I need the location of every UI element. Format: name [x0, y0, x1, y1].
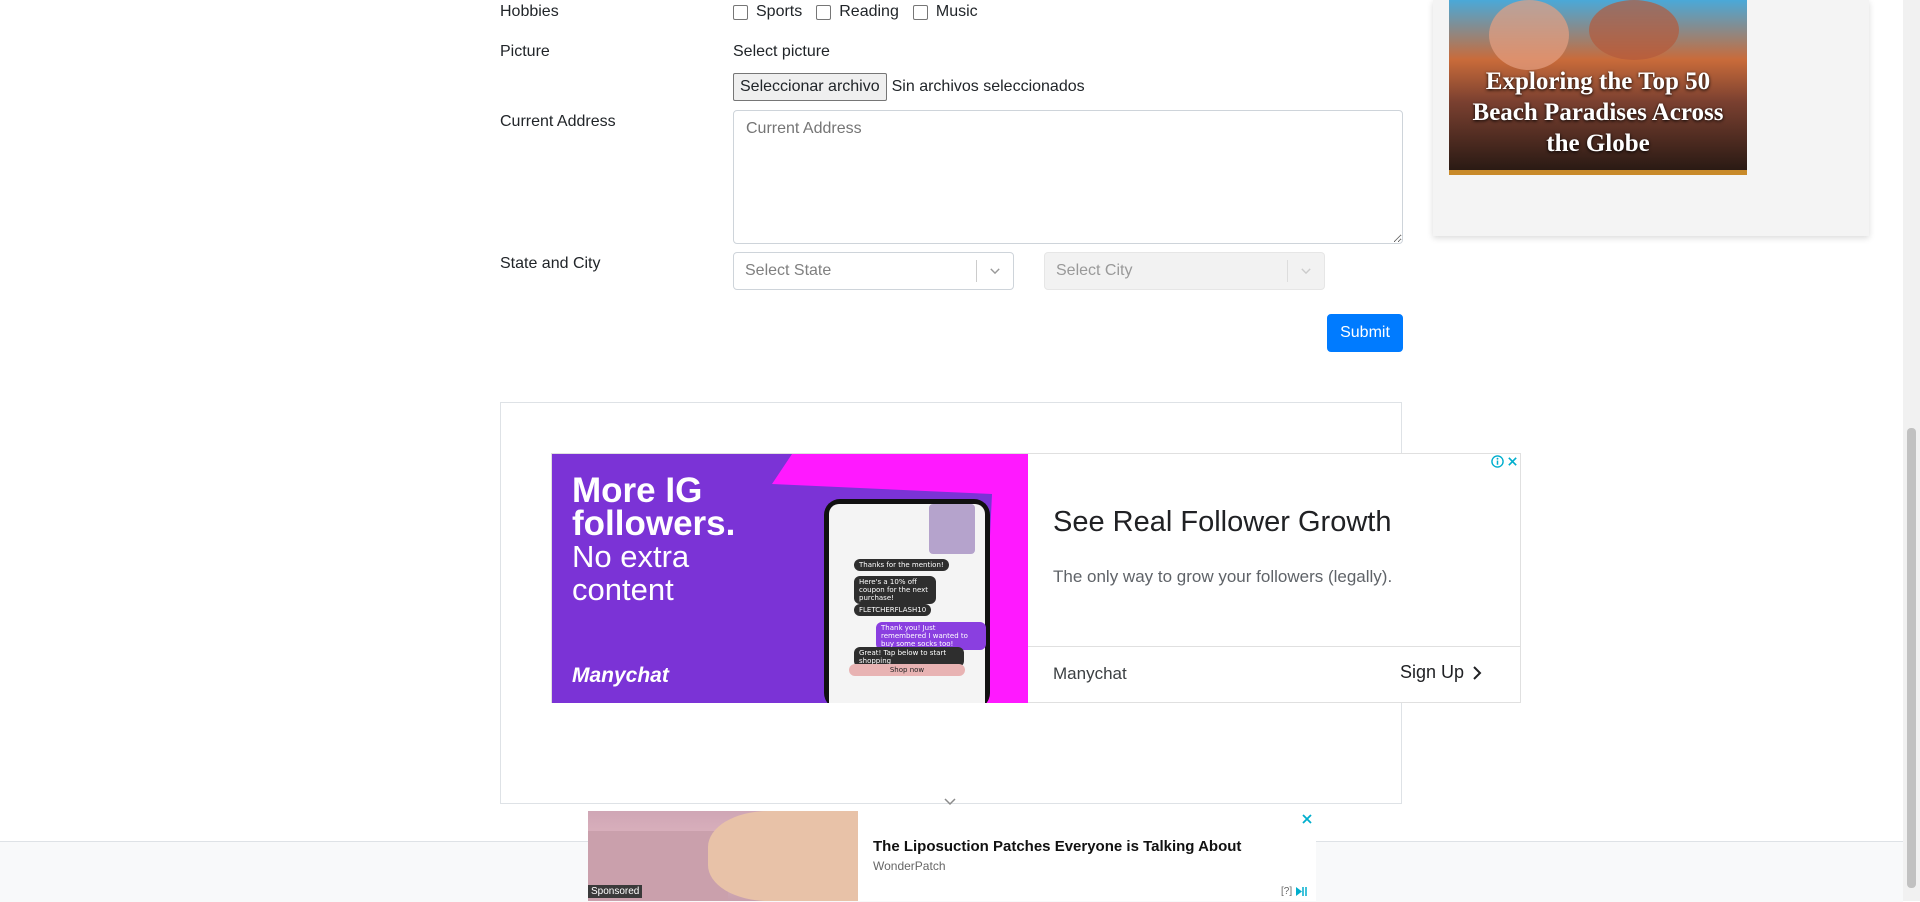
- hobby-reading-checkbox[interactable]: Reading: [816, 3, 899, 21]
- manychat-logo: Manychat: [572, 664, 669, 687]
- chevron-down-icon[interactable]: [1288, 264, 1324, 278]
- ad-headline: More IG followers. No extra content: [572, 471, 736, 607]
- file-status: Sin archivos seleccionados: [891, 78, 1085, 95]
- phone-mockup: Thanks for the mention! Here's a 10% off…: [824, 499, 990, 703]
- sign-up-button[interactable]: Sign Up: [1400, 662, 1482, 683]
- sidebar-ad-card[interactable]: Exploring the Top 50 Beach Paradises Acr…: [1433, 0, 1869, 236]
- chat-bubble: Thank you! Just remembered I wanted to b…: [876, 622, 986, 650]
- manychat-banner-ad[interactable]: More IG followers. No extra content Many…: [551, 453, 1521, 703]
- file-input[interactable]: Seleccionar archivo Sin archivos selecci…: [733, 73, 1085, 101]
- vertical-scrollbar[interactable]: [1903, 0, 1920, 901]
- ad-photo-shape: [708, 811, 858, 901]
- hobby-sports-checkbox[interactable]: Sports: [733, 3, 802, 21]
- chat-bubble: Here's a 10% off coupon for the next pur…: [854, 576, 936, 604]
- city-placeholder: Select City: [1056, 262, 1133, 279]
- ad-help[interactable]: [?]: [1281, 886, 1309, 897]
- state-select[interactable]: Select State: [733, 252, 1014, 290]
- checkbox-box[interactable]: [816, 4, 832, 20]
- ad-title[interactable]: See Real Follower Growth: [1053, 506, 1391, 539]
- adchoices-icon: [1296, 887, 1307, 896]
- scrollbar-thumb[interactable]: [1907, 428, 1916, 888]
- ad-line: More IG: [572, 471, 703, 510]
- checkbox-box[interactable]: [733, 4, 748, 20]
- sticky-ad-title[interactable]: The Liposuction Patches Everyone is Talk…: [873, 838, 1241, 855]
- city-select[interactable]: Select City: [1044, 252, 1325, 290]
- close-icon[interactable]: [1301, 813, 1313, 825]
- ad-line: followers.: [572, 504, 736, 543]
- chevron-down-icon[interactable]: [943, 797, 957, 807]
- phone-screen: Thanks for the mention! Here's a 10% off…: [829, 504, 986, 703]
- adchoices-bar: [1489, 454, 1520, 469]
- chevron-right-icon: [1473, 665, 1482, 680]
- address-label: Current Address: [500, 113, 616, 130]
- ad-description: The only way to grow your followers (leg…: [1053, 567, 1393, 586]
- current-address-textarea[interactable]: [733, 110, 1403, 244]
- checkbox-box[interactable]: [912, 4, 928, 20]
- ad-photo-shape: [1589, 0, 1679, 60]
- chat-bubble: FLETCHERFLASH10: [854, 604, 932, 616]
- ad-divider: [1028, 646, 1521, 647]
- hobby-music-checkbox[interactable]: Music: [912, 3, 978, 21]
- info-icon[interactable]: [1490, 455, 1504, 468]
- state-city-label: State and City: [500, 255, 601, 272]
- phone-image: [929, 504, 975, 554]
- hobbies-group: Sports Reading Music: [733, 3, 992, 21]
- beach-ad-headline[interactable]: Exploring the Top 50 Beach Paradises Acr…: [1457, 66, 1739, 159]
- beach-ad-image[interactable]: Exploring the Top 50 Beach Paradises Acr…: [1449, 0, 1747, 175]
- sticky-ad-advertiser: WonderPatch: [873, 859, 946, 873]
- hobbies-label: Hobbies: [500, 3, 559, 20]
- ad-advertiser: Manychat: [1053, 664, 1127, 683]
- sticky-ad-image[interactable]: Sponsored: [588, 811, 858, 901]
- file-choose-button[interactable]: Seleccionar archivo: [733, 73, 887, 101]
- sign-up-label: Sign Up: [1400, 662, 1465, 682]
- shop-now-button: Shop now: [849, 664, 965, 676]
- chat-bubble: Thanks for the mention!: [854, 559, 949, 571]
- close-icon[interactable]: [1507, 456, 1518, 467]
- state-placeholder: Select State: [745, 262, 832, 279]
- picture-label: Picture: [500, 43, 550, 60]
- ad-photo-shape: [1489, 0, 1569, 70]
- ad-line: content: [572, 572, 674, 607]
- ad-creative[interactable]: More IG followers. No extra content Many…: [552, 454, 1028, 703]
- picture-hint: Select picture: [733, 43, 830, 60]
- chevron-down-icon[interactable]: [977, 264, 1013, 278]
- submit-button[interactable]: Submit: [1327, 314, 1403, 352]
- ad-help-label: [?]: [1281, 886, 1293, 897]
- sticky-bottom-ad[interactable]: Sponsored The Liposuction Patches Everyo…: [588, 811, 1316, 901]
- ad-line: No extra: [572, 539, 690, 574]
- sponsored-label: Sponsored: [588, 885, 643, 898]
